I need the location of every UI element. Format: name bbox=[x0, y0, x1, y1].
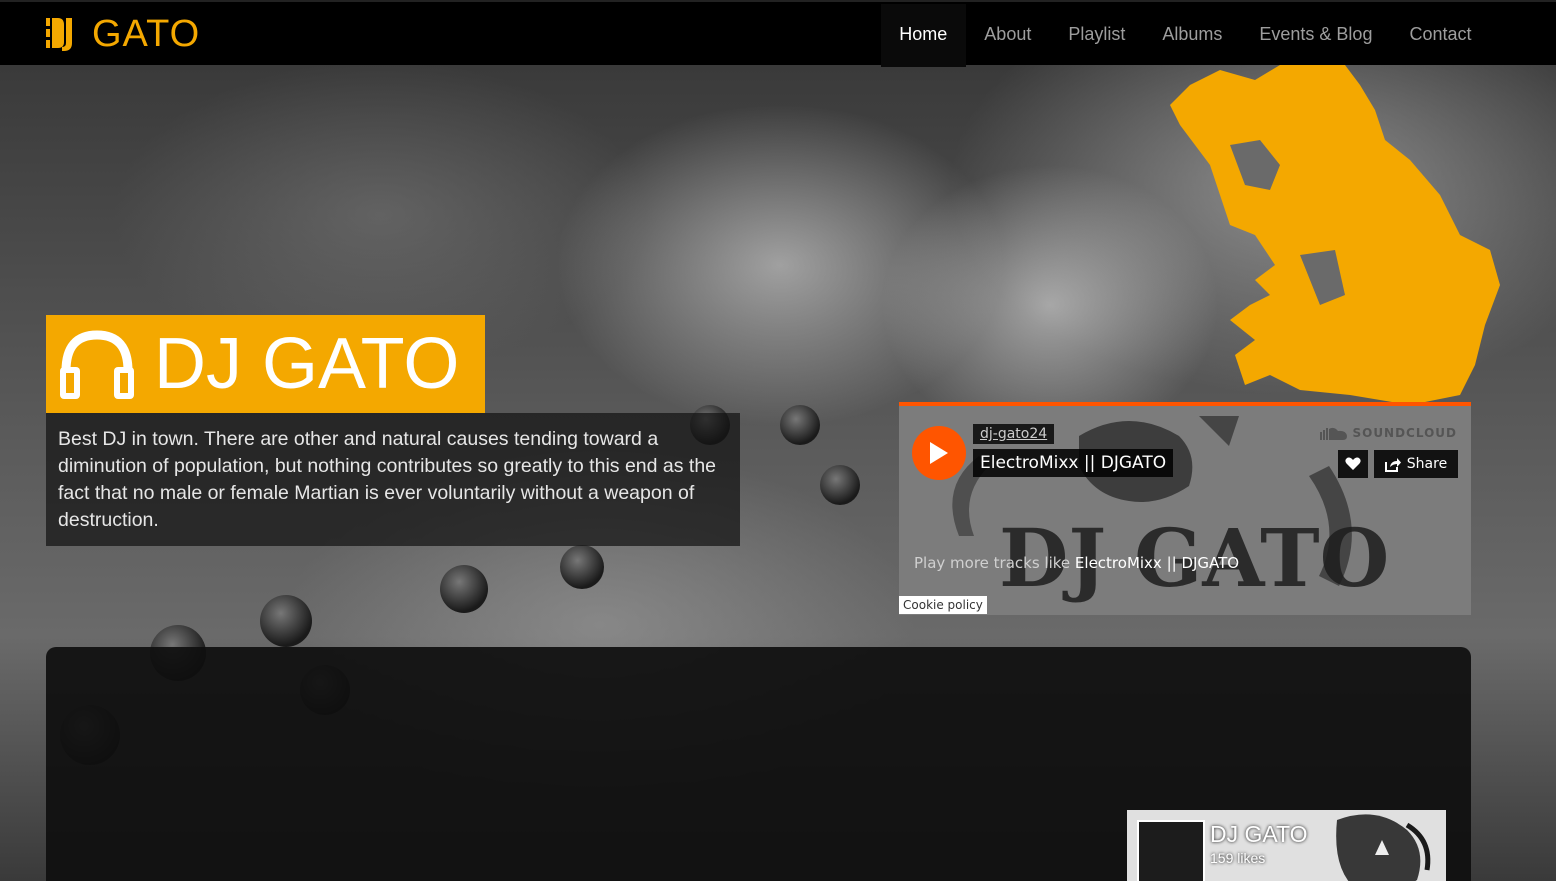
facebook-page-avatar[interactable] bbox=[1137, 820, 1205, 881]
mixer-knob-decor bbox=[440, 565, 488, 613]
share-button[interactable]: Share bbox=[1374, 450, 1458, 478]
share-label: Share bbox=[1406, 456, 1448, 472]
play-icon bbox=[930, 442, 948, 464]
facebook-like-count: 159 likes bbox=[1210, 850, 1266, 866]
heart-icon bbox=[1345, 457, 1361, 470]
soundcloud-track-title[interactable]: ElectroMixx || DJGATO bbox=[973, 449, 1174, 477]
navbar: GATO Home About Playlist Albums Events &… bbox=[0, 0, 1556, 67]
mixer-knob-decor bbox=[780, 405, 820, 445]
hero-title-block: DJ GATO bbox=[46, 315, 485, 413]
nav-item-playlist[interactable]: Playlist bbox=[1050, 4, 1144, 67]
soundcloud-logo[interactable]: SOUNDCLOUD bbox=[1320, 426, 1457, 440]
play-more-prefix: Play more tracks like bbox=[914, 554, 1075, 572]
play-more-text: Play more tracks like ElectroMixx || DJG… bbox=[914, 554, 1239, 572]
mixer-knob-decor bbox=[260, 595, 312, 647]
facebook-page-widget[interactable]: DJ GATO 159 likes bbox=[1127, 810, 1446, 881]
nav-item-home[interactable]: Home bbox=[880, 4, 966, 67]
soundcloud-user-link[interactable]: dj-gato24 bbox=[973, 424, 1055, 444]
play-button[interactable] bbox=[912, 426, 966, 480]
like-button[interactable] bbox=[1338, 450, 1368, 478]
dj-logo-icon bbox=[46, 18, 72, 51]
mixer-knob-decor bbox=[820, 465, 860, 505]
headphones-icon bbox=[60, 330, 134, 399]
brand-name: GATO bbox=[92, 12, 201, 55]
nav-item-events-blog[interactable]: Events & Blog bbox=[1241, 4, 1391, 67]
soundcloud-logo-text: SOUNDCLOUD bbox=[1352, 426, 1457, 440]
hero-description: Best DJ in town. There are other and nat… bbox=[58, 428, 717, 531]
share-icon bbox=[1384, 457, 1401, 472]
soundcloud-cloud-icon bbox=[1320, 427, 1348, 440]
mixer-knob-decor bbox=[560, 545, 604, 589]
nav-item-contact[interactable]: Contact bbox=[1391, 4, 1490, 67]
play-more-track-link[interactable]: ElectroMixx || DJGATO bbox=[1075, 554, 1239, 572]
facebook-page-name[interactable]: DJ GATO bbox=[1210, 821, 1308, 848]
nav-item-albums[interactable]: Albums bbox=[1144, 4, 1241, 67]
dj-cat-silhouette-graphic bbox=[1170, 65, 1500, 405]
cookie-policy-link[interactable]: Cookie policy bbox=[899, 596, 987, 614]
hero-description-block: Best DJ in town. There are other and nat… bbox=[46, 413, 740, 546]
hero-title: DJ GATO bbox=[154, 324, 460, 404]
nav-item-about[interactable]: About bbox=[966, 4, 1050, 67]
main-nav: Home About Playlist Albums Events & Blog… bbox=[880, 4, 1490, 67]
soundcloud-player: DJ GATO dj-gato24 ElectroMixx || DJGATO … bbox=[899, 402, 1471, 615]
brand-logo[interactable]: GATO bbox=[44, 12, 201, 55]
